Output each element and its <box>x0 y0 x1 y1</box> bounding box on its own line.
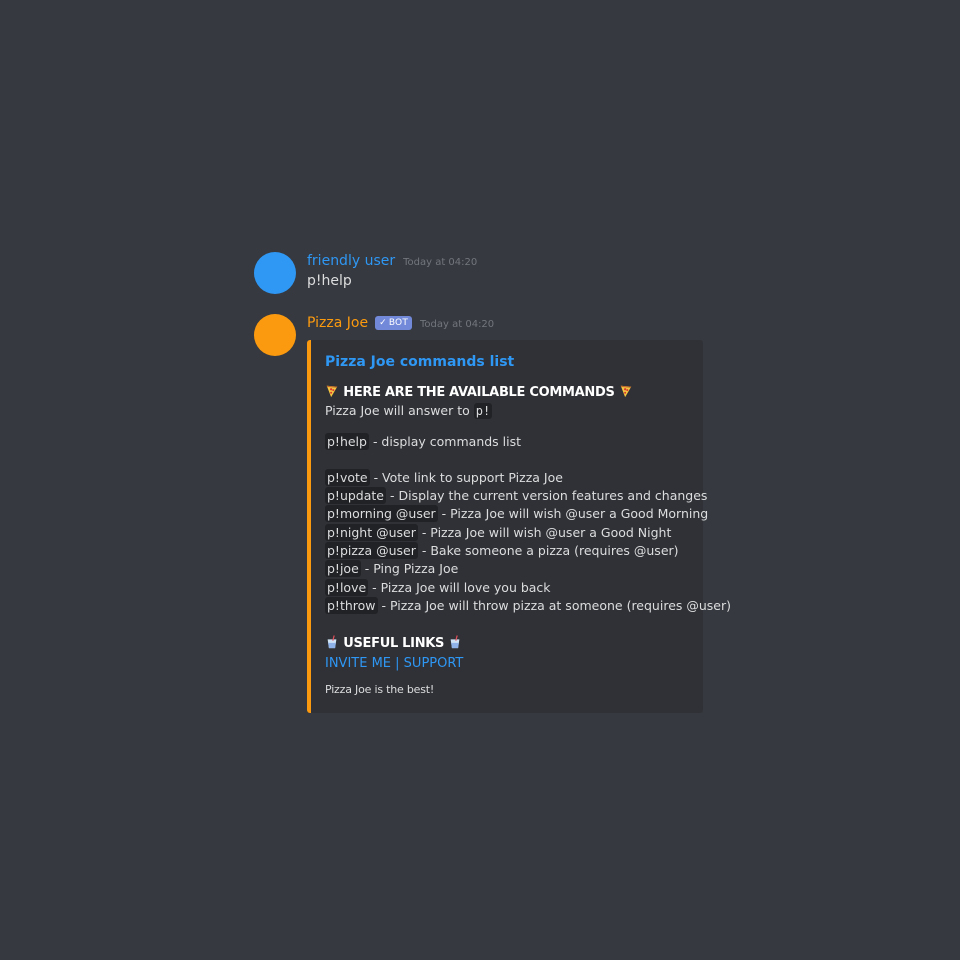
command-row: p!joe - Ping Pizza Joe <box>325 560 689 578</box>
command-code: p!vote <box>325 468 370 486</box>
command-row: p!update - Display the current version f… <box>325 487 707 505</box>
chat-area: friendly user Today at 04:20 p!help Pizz… <box>0 0 960 960</box>
commands-heading: HERE ARE THE AVAILABLE COMMANDS <box>325 382 689 402</box>
embed-title: Pizza Joe commands list <box>325 354 515 370</box>
command-row: p!pizza @user - Bake someone a pizza (re… <box>325 542 689 560</box>
command-desc: - Display the current version features a… <box>386 488 708 504</box>
command-code: p!update <box>325 487 386 505</box>
timestamp: Today at 04:20 <box>403 256 478 268</box>
command-code: p!pizza @user <box>325 542 418 560</box>
username[interactable]: friendly user <box>307 253 395 269</box>
command-help: p!help - display commands list <box>325 432 689 451</box>
bot-badge: ✓ BOT <box>375 316 413 330</box>
embed-footer: Pizza Joe is the best! <box>325 682 435 696</box>
bot-badge-label: BOT <box>388 318 409 328</box>
command-desc: - Pizza Joe will throw pizza at someone … <box>377 597 732 613</box>
support-link[interactable]: SUPPORT <box>404 656 464 671</box>
message-bot: Pizza Joe ✓ BOT Today at 04:20 Pizza Joe… <box>254 312 731 714</box>
command-code: p!morning @user <box>325 505 438 523</box>
command-row: p!vote - Vote link to support Pizza Joe <box>325 468 689 487</box>
message-user: friendly user Today at 04:20 p!help <box>254 250 724 294</box>
command-desc: - Ping Pizza Joe <box>360 561 459 577</box>
command-desc: - Vote link to support Pizza Joe <box>369 469 563 485</box>
prefix-code: p! <box>473 403 493 420</box>
avatar[interactable] <box>254 314 296 356</box>
message-text: p!help <box>307 273 352 289</box>
commands-heading-text: HERE ARE THE AVAILABLE COMMANDS <box>343 385 615 400</box>
command-code: p!night @user <box>325 523 418 541</box>
link-separator: | <box>391 655 404 671</box>
pizza-icon <box>326 385 338 398</box>
command-row: p!throw - Pizza Joe will throw pizza at … <box>325 596 731 615</box>
command-code: p!throw <box>325 596 378 614</box>
username[interactable]: Pizza Joe <box>307 315 368 331</box>
command-desc: - Pizza Joe will wish @user a Good Morni… <box>437 506 709 522</box>
embed: Pizza Joe commands list HERE ARE THE AVA… <box>307 340 731 714</box>
command-row: p!love - Pizza Joe will love you back <box>325 578 689 597</box>
cup-icon <box>327 635 337 649</box>
command-desc: - Bake someone a pizza (requires @user) <box>417 543 679 559</box>
links-heading: USEFUL LINKS <box>325 633 689 653</box>
cup-icon <box>450 635 460 649</box>
command-row: p!morning @user - Pizza Joe will wish @u… <box>325 505 708 523</box>
timestamp: Today at 04:20 <box>420 318 495 330</box>
links-row: INVITE ME | SUPPORT <box>325 654 689 673</box>
command-row: p!night @user - Pizza Joe will wish @use… <box>325 523 689 542</box>
links-heading-text: USEFUL LINKS <box>343 636 445 652</box>
avatar[interactable] <box>254 252 296 294</box>
pizza-icon <box>620 385 631 398</box>
command-desc: - display commands list <box>368 433 522 449</box>
command-desc: - Pizza Joe will love you back <box>368 579 551 595</box>
prefix-text: Pizza Joe will answer to <box>325 403 470 419</box>
prefix-line: Pizza Joe will answer to p! <box>325 402 689 420</box>
command-code: p!help <box>325 432 369 450</box>
command-desc: - Pizza Joe will wish @user a Good Night <box>417 524 672 540</box>
command-code: p!love <box>325 578 369 596</box>
check-icon: ✓ <box>379 318 387 328</box>
invite-link[interactable]: INVITE ME <box>325 656 391 671</box>
command-code: p!joe <box>325 560 361 578</box>
